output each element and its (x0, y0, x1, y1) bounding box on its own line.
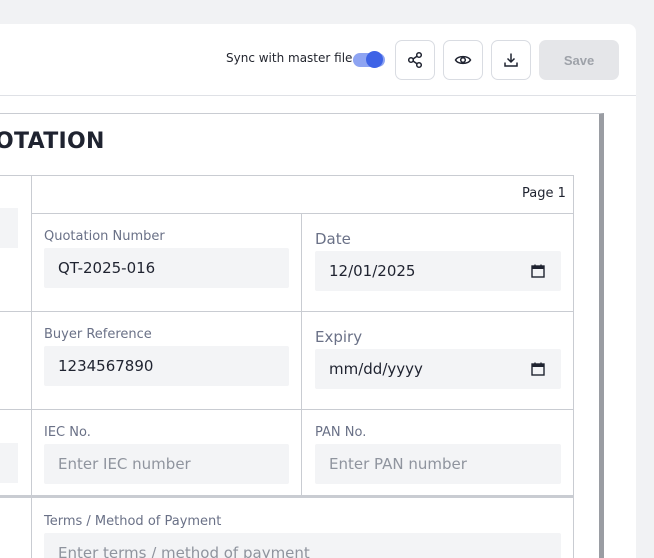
toolbar: Sync with master file Save (0, 24, 636, 96)
calendar-icon[interactable] (531, 362, 545, 376)
download-button[interactable] (491, 40, 531, 80)
expiry-input[interactable]: mm/dd/yyyy (315, 349, 561, 389)
save-button[interactable]: Save (539, 40, 619, 80)
left-field-stub[interactable] (0, 208, 18, 248)
expiry-label: Expiry (315, 328, 363, 346)
grid-line (301, 213, 302, 496)
quotation-number-label: Quotation Number (44, 229, 165, 244)
preview-button[interactable] (443, 40, 483, 80)
terms-input[interactable]: Enter terms / method of payment (44, 533, 561, 558)
grid-line (0, 495, 574, 498)
iec-number-input[interactable]: Enter IEC number (44, 444, 289, 484)
date-input[interactable]: 12/01/2025 (315, 251, 561, 291)
left-field-stub[interactable] (0, 443, 18, 483)
date-label: Date (315, 230, 351, 248)
grid-line (31, 213, 574, 214)
pan-number-input[interactable]: Enter PAN number (315, 444, 561, 484)
iec-number-label: IEC No. (44, 425, 91, 440)
grid-line (31, 175, 32, 558)
terms-label: Terms / Method of Payment (44, 514, 222, 529)
share-icon (407, 51, 423, 69)
buyer-reference-input[interactable]: 1234567890 (44, 346, 289, 386)
page-number: Page 1 (522, 186, 566, 201)
calendar-icon[interactable] (531, 264, 545, 278)
sync-toggle-knob[interactable] (366, 51, 383, 68)
download-icon (504, 53, 518, 67)
quotation-number-input[interactable]: QT-2025-016 (44, 248, 289, 288)
buyer-reference-label: Buyer Reference (44, 327, 152, 342)
expiry-placeholder: mm/dd/yyyy (329, 360, 423, 378)
eye-icon (454, 55, 472, 65)
editor-panel: Sync with master file Save OTATION Page … (0, 24, 636, 558)
share-button[interactable] (395, 40, 435, 80)
grid-line (0, 409, 574, 410)
document-title: OTATION (0, 129, 105, 154)
date-value: 12/01/2025 (329, 262, 416, 280)
sync-label: Sync with master file (226, 51, 353, 65)
pan-number-label: PAN No. (315, 425, 367, 440)
grid-line (0, 311, 574, 312)
grid-line (573, 175, 574, 558)
grid-line (0, 175, 574, 176)
